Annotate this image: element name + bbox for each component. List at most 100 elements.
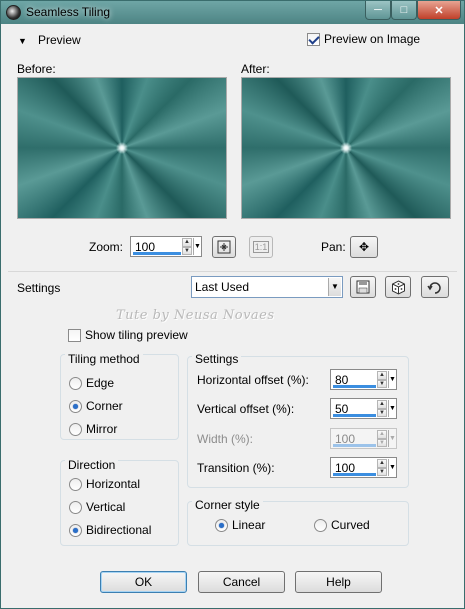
settings-group-title: Settings (192, 352, 242, 366)
maximize-button[interactable]: □ (391, 1, 417, 20)
dialog-window: Seamless Tiling ─ □ ✕ ▼ Preview Preview … (0, 0, 465, 609)
help-button[interactable]: Help (295, 571, 382, 593)
tiling-edge-option[interactable]: Edge (69, 376, 114, 390)
spin-up-icon[interactable]: ▲ (182, 238, 192, 247)
direction-vertical-option[interactable]: Vertical (69, 500, 125, 514)
title-bar[interactable]: Seamless Tiling ─ □ ✕ (1, 1, 464, 24)
corner-curved-option[interactable]: Curved (314, 518, 370, 532)
dropdown-arrow-icon[interactable]: ▼ (388, 459, 396, 476)
tiling-mirror-radio[interactable] (69, 422, 82, 436)
direction-horizontal-radio[interactable] (69, 477, 82, 491)
actual-size-button[interactable]: 1:1 (249, 236, 273, 258)
fit-to-window-icon (217, 240, 231, 254)
tiling-corner-label: Corner (86, 399, 123, 413)
cancel-button[interactable]: Cancel (198, 571, 285, 593)
collapse-arrow-icon: ▼ (18, 36, 27, 46)
tiling-corner-radio[interactable] (69, 399, 82, 413)
dropdown-arrow-icon[interactable]: ▼ (388, 371, 396, 388)
save-preset-button[interactable] (350, 276, 376, 298)
spin-arrows[interactable]: ▲ ▼ (377, 430, 387, 447)
tiling-method-title: Tiling method (65, 352, 143, 366)
dropdown-arrow-icon[interactable]: ▼ (193, 238, 201, 255)
direction-bidirectional-option[interactable]: Bidirectional (69, 523, 151, 537)
dropdown-arrow-icon[interactable]: ▼ (388, 430, 396, 447)
spin-up-icon[interactable]: ▲ (377, 400, 387, 409)
corner-linear-radio[interactable] (215, 518, 228, 532)
direction-group: Direction Horizontal Vertical Bidirectio… (60, 458, 179, 546)
tiling-method-group: Tiling method Edge Corner Mirror (60, 352, 179, 440)
direction-bidirectional-radio[interactable] (69, 523, 82, 537)
reset-button[interactable] (421, 276, 449, 298)
show-tiling-preview-option[interactable]: Show tiling preview (68, 328, 188, 342)
app-icon (6, 5, 21, 20)
close-button[interactable]: ✕ (417, 1, 461, 20)
vertical-offset-stepper[interactable]: 50 ▲ ▼ ▼ (330, 398, 397, 419)
spin-down-icon[interactable]: ▼ (377, 467, 387, 476)
before-preview[interactable] (17, 77, 227, 219)
corner-style-title: Corner style (192, 498, 263, 512)
spin-arrows[interactable]: ▲ ▼ (377, 400, 387, 417)
before-label: Before: (17, 62, 56, 76)
tiling-mirror-option[interactable]: Mirror (69, 422, 117, 436)
transition-label: Transition (%): (197, 461, 275, 475)
spin-down-icon[interactable]: ▼ (377, 408, 387, 417)
width-label: Width (%): (197, 432, 254, 446)
spin-down-icon[interactable]: ▼ (377, 379, 387, 388)
horizontal-offset-stepper[interactable]: 80 ▲ ▼ ▼ (330, 369, 397, 390)
minimize-button[interactable]: ─ (365, 1, 391, 20)
tiling-mirror-label: Mirror (86, 422, 118, 436)
preview-on-image-option[interactable]: Preview on Image (307, 32, 420, 46)
preview-header-label: Preview (38, 33, 81, 47)
dropdown-arrow-icon[interactable]: ▼ (388, 400, 396, 417)
corner-style-group: Corner style Linear Curved (187, 498, 409, 546)
reset-icon (427, 282, 441, 294)
corner-linear-option[interactable]: Linear (215, 518, 265, 532)
corner-linear-label: Linear (232, 518, 266, 532)
pan-label: Pan: (321, 240, 346, 254)
preset-dropdown[interactable]: Last Used ▼ (191, 276, 343, 298)
preview-on-image-checkbox[interactable] (307, 32, 320, 46)
direction-title: Direction (65, 458, 119, 472)
focus-underline (333, 473, 376, 476)
show-tiling-preview-label: Show tiling preview (85, 328, 188, 342)
spin-arrows[interactable]: ▲ ▼ (377, 371, 387, 388)
dropdown-arrow-icon[interactable]: ▼ (328, 278, 341, 296)
actual-size-icon: 1:1 (252, 241, 270, 253)
show-tiling-preview-checkbox[interactable] (68, 328, 81, 342)
spin-up-icon[interactable]: ▲ (377, 459, 387, 468)
spin-arrows[interactable]: ▲ ▼ (377, 459, 387, 476)
width-stepper[interactable]: 100 ▲ ▼ ▼ (330, 428, 397, 449)
direction-horizontal-option[interactable]: Horizontal (69, 477, 140, 491)
zoom-label: Zoom: (89, 240, 124, 254)
zoom-stepper[interactable]: 100 ▲ ▼ ▼ (130, 236, 202, 257)
preview-collapse-toggle[interactable]: ▼ (18, 33, 27, 47)
pan-button[interactable]: ✥ (350, 236, 378, 258)
after-preview[interactable] (241, 77, 451, 219)
spin-down-icon[interactable]: ▼ (182, 246, 192, 255)
spin-up-icon[interactable]: ▲ (377, 430, 387, 439)
preview-on-image-label: Preview on Image (324, 32, 421, 46)
transition-stepper[interactable]: 100 ▲ ▼ ▼ (330, 457, 397, 478)
direction-vertical-label: Vertical (86, 500, 126, 514)
direction-vertical-radio[interactable] (69, 500, 82, 514)
tiling-edge-radio[interactable] (69, 376, 82, 390)
settings-group: Settings Horizontal offset (%): 80 ▲ ▼ ▼… (187, 352, 409, 488)
zoom-spin-arrows[interactable]: ▲ ▼ (182, 238, 192, 255)
zoom-focus-underline (133, 252, 181, 255)
corner-curved-radio[interactable] (314, 518, 327, 532)
dialog-content: ▼ Preview Preview on Image Before: After… (8, 24, 457, 604)
save-preset-icon (356, 280, 370, 294)
randomize-dice-icon (391, 279, 405, 295)
spin-up-icon[interactable]: ▲ (377, 371, 387, 380)
focus-underline (333, 385, 376, 388)
ok-button[interactable]: OK (100, 571, 187, 593)
close-icon: ✕ (434, 4, 444, 17)
randomize-button[interactable] (385, 276, 411, 298)
corner-curved-label: Curved (331, 518, 370, 532)
tiling-edge-label: Edge (86, 376, 115, 390)
fit-to-window-button[interactable] (212, 236, 236, 258)
spin-down-icon[interactable]: ▼ (377, 438, 387, 447)
preset-value: Last Used (195, 280, 250, 294)
tiling-corner-option[interactable]: Corner (69, 399, 123, 413)
after-label: After: (241, 62, 270, 76)
